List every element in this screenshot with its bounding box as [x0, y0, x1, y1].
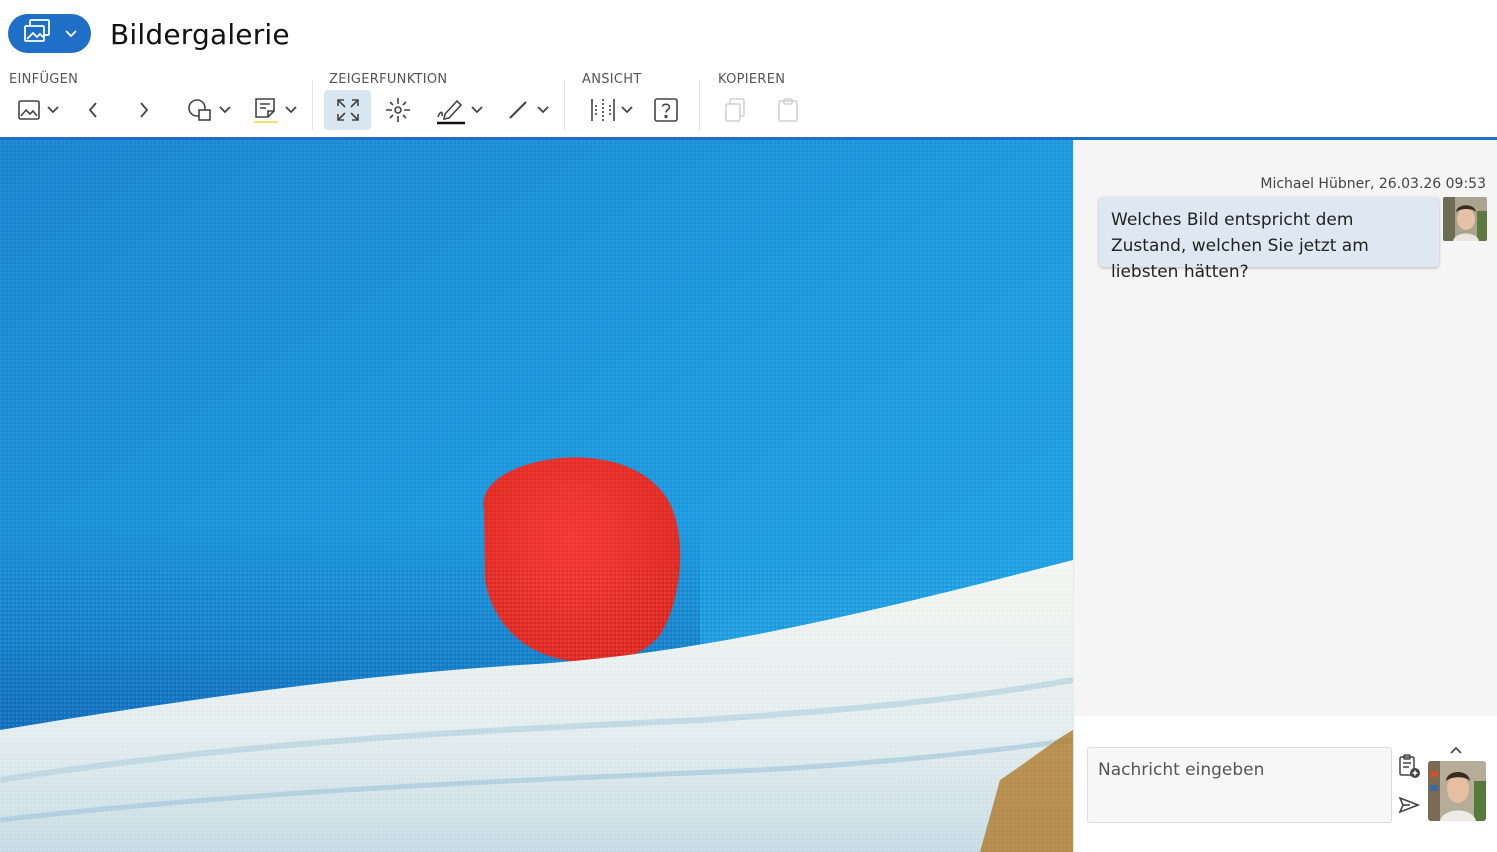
- app-header: Bildergalerie: [0, 0, 1497, 70]
- chevron-down-icon: [219, 106, 231, 114]
- group-label-einfuegen: EINFÜGEN: [9, 72, 79, 87]
- chevron-left-icon: [88, 102, 98, 118]
- laser-pointer-button[interactable]: [380, 90, 416, 130]
- toolbar-separator: [699, 80, 700, 130]
- expand-video-button[interactable]: [1443, 743, 1469, 757]
- next-button[interactable]: [131, 90, 157, 130]
- message-bubble: Welches Bild entspricht dem Zustand, wel…: [1099, 197, 1439, 282]
- copy-button[interactable]: [720, 90, 750, 130]
- chat-panel: Michael Hübner, 26.03.26 09:53 Welches B…: [1073, 140, 1497, 852]
- chevron-down-icon: [47, 106, 59, 114]
- chevron-right-icon: [139, 102, 149, 118]
- pen-icon: [435, 95, 467, 125]
- expand-arrows-icon: [335, 97, 361, 123]
- attach-template-button[interactable]: [1396, 753, 1422, 784]
- avatar: [1443, 197, 1487, 241]
- message-input[interactable]: [1087, 747, 1392, 823]
- avatar: [1428, 761, 1486, 821]
- send-icon: [1398, 796, 1421, 819]
- pen-button[interactable]: [432, 90, 486, 130]
- line-button[interactable]: [503, 90, 553, 130]
- help-button[interactable]: [650, 90, 682, 130]
- group-label-ansicht: ANSICHT: [582, 72, 642, 87]
- paste-button[interactable]: [773, 90, 803, 130]
- chevron-down-icon: [471, 106, 483, 114]
- image-icon: [17, 99, 41, 121]
- chevron-up-icon: [1450, 741, 1462, 759]
- chevron-down-icon: [64, 25, 77, 43]
- image-canvas[interactable]: [0, 140, 1073, 852]
- pointer-burst-icon: [384, 96, 412, 124]
- copy-icon: [723, 97, 747, 123]
- sticky-note-icon: [253, 96, 279, 124]
- toolbar-separator: [564, 80, 565, 130]
- clipboard-add-icon: [1397, 753, 1421, 784]
- toolbar-separator: [312, 80, 313, 130]
- message-meta: Michael Hübner, 26.03.26 09:53: [1260, 176, 1486, 192]
- help-icon: [653, 97, 679, 123]
- fullscreen-button[interactable]: [324, 90, 371, 130]
- group-label-zeigerfunktion: ZEIGERFUNKTION: [329, 72, 448, 87]
- painting-image: [0, 140, 1073, 852]
- chevron-down-icon: [621, 106, 633, 114]
- shapes-icon: [187, 98, 213, 122]
- layout-view-button[interactable]: [585, 90, 637, 130]
- gallery-icon: [23, 18, 51, 49]
- group-label-kopieren: KOPIEREN: [718, 72, 786, 87]
- toolbar: EINFÜGEN ZEIGERFUNKTION ANSICHT KOPIEREN: [0, 70, 1497, 138]
- insert-image-button[interactable]: [12, 90, 64, 130]
- note-button[interactable]: [250, 90, 300, 130]
- chevron-down-icon: [537, 106, 549, 114]
- chevron-down-icon: [285, 106, 297, 114]
- column-layout-icon: [589, 97, 617, 123]
- line-icon: [507, 99, 529, 121]
- previous-button[interactable]: [80, 90, 106, 130]
- message-composer: [1074, 716, 1497, 852]
- app-menu-button[interactable]: [8, 14, 91, 53]
- clipboard-icon: [776, 97, 800, 123]
- page-title: Bildergalerie: [110, 18, 290, 51]
- send-button[interactable]: [1396, 794, 1422, 820]
- shapes-button[interactable]: [184, 90, 234, 130]
